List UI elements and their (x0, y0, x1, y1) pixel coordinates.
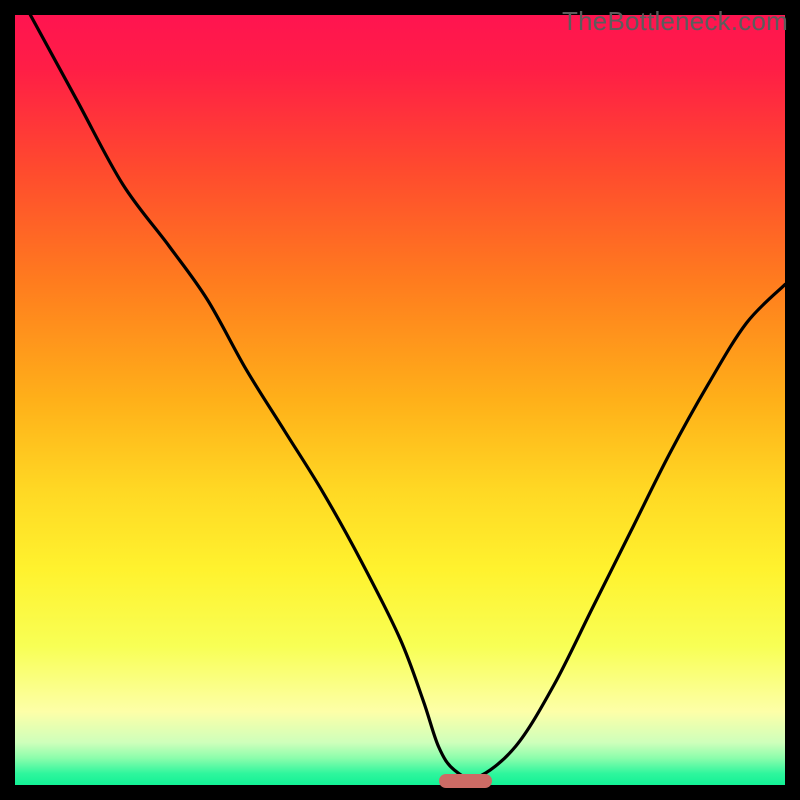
plot-svg (15, 15, 785, 785)
plot-area (15, 15, 785, 785)
optimal-range-marker (439, 774, 493, 788)
watermark-text: TheBottleneck.com (562, 6, 788, 37)
chart-frame: TheBottleneck.com (0, 0, 800, 800)
gradient-background (15, 15, 785, 785)
